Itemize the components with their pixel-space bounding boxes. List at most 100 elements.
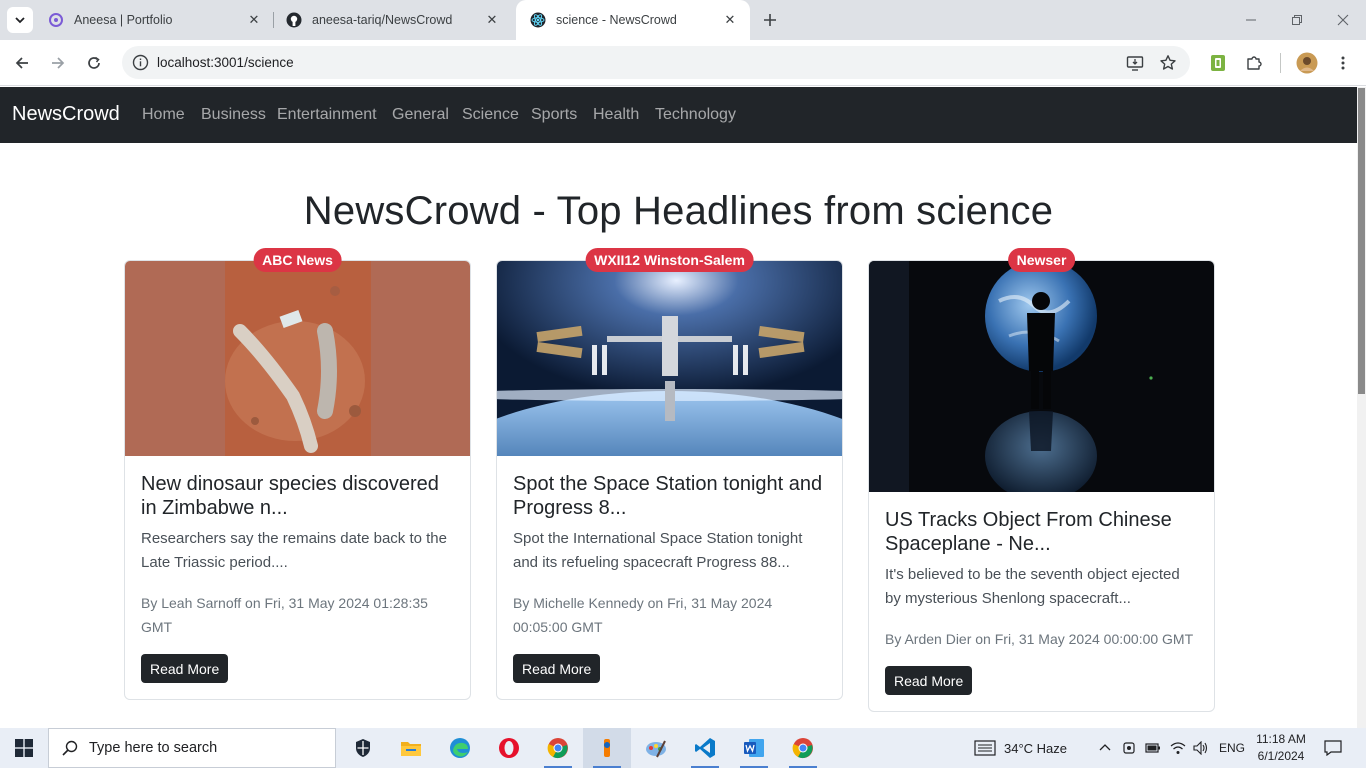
read-more-button[interactable]: Read More	[885, 666, 973, 695]
file-explorer-icon[interactable]	[387, 728, 435, 768]
article-title: New dinosaur species discovered in Zimba…	[141, 473, 439, 519]
volume-icon[interactable]	[1193, 728, 1209, 768]
restore-icon	[1292, 15, 1302, 25]
tab-title: science - NewsCrowd	[556, 13, 677, 27]
weather-haze-icon	[974, 740, 996, 756]
nav-link-technology[interactable]: Technology	[655, 106, 736, 124]
news-card: Newser US Tracks Object From Chinese Spa…	[868, 248, 1215, 712]
windows-logo-icon	[15, 739, 33, 757]
chrome-profile-icon[interactable]	[779, 728, 827, 768]
article-description: Researchers say the remains date back to…	[141, 530, 447, 571]
start-button[interactable]	[0, 728, 48, 768]
taskbar-clock[interactable]: 11:18 AM 6/1/2024	[1250, 731, 1312, 765]
reload-button[interactable]	[80, 49, 108, 77]
article-description: Spot the International Space Station ton…	[513, 530, 803, 571]
page-scrollbar[interactable]	[1357, 87, 1366, 728]
nav-link-entertainment[interactable]: Entertainment	[277, 106, 377, 124]
react-icon	[530, 12, 546, 28]
browser-toolbar: localhost:3001/science	[0, 40, 1366, 86]
tab-title: Aneesa | Portfolio	[74, 13, 173, 27]
address-bar[interactable]: localhost:3001/science	[122, 46, 1190, 79]
tab-github[interactable]: aneesa-tariq/NewsCrowd ✕	[272, 0, 512, 40]
tab-search-button[interactable]	[7, 7, 33, 33]
clock-date: 6/1/2024	[1257, 749, 1305, 763]
news-card: WXII12 Winston-Salem Spot the Space Stat…	[496, 248, 843, 700]
extension-green-icon[interactable]	[1207, 52, 1229, 74]
language-indicator[interactable]: ENG	[1219, 728, 1245, 768]
tray-chevron-up-icon[interactable]	[1098, 728, 1112, 768]
arrow-right-icon	[52, 57, 65, 69]
nav-link-general[interactable]: General	[392, 106, 449, 124]
navbar-brand[interactable]: NewsCrowd	[12, 103, 120, 126]
portfolio-icon	[48, 12, 64, 28]
source-badge: WXII12 Winston-Salem	[585, 248, 754, 272]
vscode-app-icon[interactable]	[681, 728, 729, 768]
article-description: It's believed to be the seventh object e…	[885, 566, 1180, 607]
battery-icon[interactable]	[1145, 728, 1161, 768]
browser-menu-button[interactable]	[1332, 52, 1354, 74]
more-vertical-icon	[1341, 56, 1345, 70]
site-navbar: NewsCrowd Home Business Entertainment Ge…	[0, 87, 1357, 143]
back-button[interactable]	[8, 49, 36, 77]
reload-icon	[88, 56, 100, 69]
read-more-button[interactable]: Read More	[141, 654, 229, 683]
article-title: US Tracks Object From Chinese Spaceplane…	[885, 509, 1172, 555]
github-icon	[286, 12, 302, 28]
security-app-icon[interactable]	[339, 728, 387, 768]
page-title: NewsCrowd - Top Headlines from science	[303, 189, 1054, 233]
paint-app-icon[interactable]	[632, 728, 680, 768]
nav-link-sports[interactable]: Sports	[531, 106, 577, 124]
extensions-puzzle-icon[interactable]	[1243, 52, 1265, 74]
article-title: Spot the Space Station tonight and Progr…	[513, 473, 823, 519]
chevron-down-icon	[15, 17, 25, 24]
nav-link-health[interactable]: Health	[593, 106, 639, 124]
news-card: ABC News New dinosaur species discovered…	[124, 248, 471, 700]
notifications-icon[interactable]	[1324, 728, 1342, 768]
windows-taskbar: Type here to search 34°C Haze ENG 11:18 …	[0, 728, 1366, 768]
close-icon[interactable]: ✕	[722, 12, 738, 28]
article-meta: By Leah Sarnoff on Fri, 31 May 2024 01:2…	[141, 595, 428, 635]
profile-avatar[interactable]	[1296, 52, 1318, 74]
new-tab-button[interactable]	[758, 8, 782, 32]
fossil-photo	[125, 261, 470, 456]
tab-science-newscrowd[interactable]: science - NewsCrowd ✕	[516, 0, 750, 40]
url-text[interactable]: localhost:3001/science	[157, 55, 294, 70]
close-icon[interactable]: ✕	[484, 12, 500, 28]
minimize-icon	[1246, 19, 1256, 21]
browser-tab-strip: Aneesa | Portfolio ✕ aneesa-tariq/NewsCr…	[0, 0, 1366, 40]
nav-link-business[interactable]: Business	[201, 106, 266, 124]
edge-browser-icon[interactable]	[436, 728, 484, 768]
arrow-left-icon	[15, 57, 28, 69]
install-app-icon[interactable]	[1125, 53, 1145, 73]
page-viewport: NewsCrowd Home Business Entertainment Ge…	[0, 87, 1366, 728]
search-icon	[62, 740, 78, 756]
language-text: ENG	[1219, 741, 1246, 755]
toolbar-separator	[1280, 53, 1281, 73]
read-more-button[interactable]: Read More	[513, 654, 601, 683]
plus-icon	[764, 14, 776, 26]
close-icon[interactable]: ✕	[246, 12, 262, 28]
opera-browser-icon[interactable]	[485, 728, 533, 768]
clock-time: 11:18 AM	[1256, 732, 1306, 746]
tray-app-icon[interactable]	[1122, 728, 1136, 768]
tab-portfolio[interactable]: Aneesa | Portfolio ✕	[34, 0, 274, 40]
weather-text: 34°C Haze	[1004, 740, 1068, 756]
restore-button[interactable]	[1274, 0, 1320, 40]
nav-link-science[interactable]: Science	[462, 106, 519, 124]
close-window-button[interactable]	[1320, 0, 1366, 40]
scrollbar-thumb[interactable]	[1358, 88, 1365, 394]
minimize-button[interactable]	[1228, 0, 1274, 40]
bookmark-star-icon[interactable]	[1158, 53, 1178, 73]
forward-button[interactable]	[44, 49, 72, 77]
earth-silhouette-photo	[869, 261, 1214, 492]
source-badge: ABC News	[253, 248, 342, 272]
article-meta: By Arden Dier on Fri, 31 May 2024 00:00:…	[885, 631, 1194, 647]
dev-tool-app-icon[interactable]	[583, 728, 631, 768]
wifi-icon[interactable]	[1170, 728, 1186, 768]
taskbar-search-box[interactable]: Type here to search	[48, 728, 336, 768]
site-info-icon[interactable]	[132, 54, 149, 71]
nav-link-home[interactable]: Home	[142, 106, 185, 124]
weather-widget[interactable]: 34°C Haze	[974, 728, 1067, 768]
chrome-browser-icon[interactable]	[534, 728, 582, 768]
word-app-icon[interactable]	[730, 728, 778, 768]
